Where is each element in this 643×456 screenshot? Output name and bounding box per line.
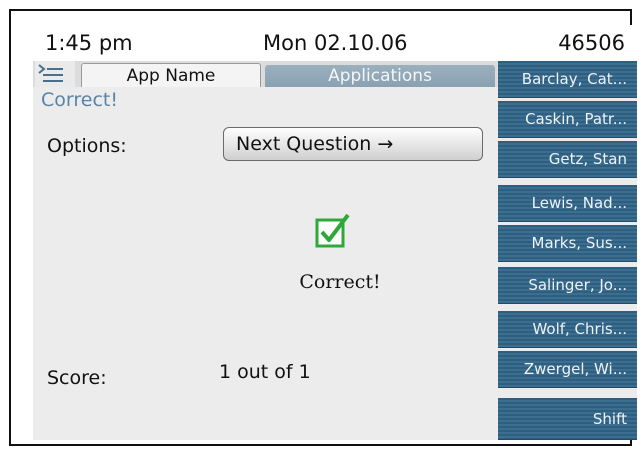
main-content: Correct! Options: Next Question → Correc… [33, 87, 498, 440]
tab-bar: App Name Applications [33, 61, 498, 87]
menu-list-icon[interactable] [35, 61, 75, 87]
status-date: Mon 02.10.06 [263, 31, 408, 55]
phone-frame: 1:45 pm Mon 02.10.06 46506 App Name Appl… [9, 9, 637, 446]
status-time: 1:45 pm [45, 31, 133, 55]
tab-applications[interactable]: Applications [265, 65, 495, 87]
sidebar-item-salinger[interactable]: Salinger, Jo... [498, 267, 637, 304]
status-message: Correct! [41, 89, 118, 111]
result-text: Correct! [299, 271, 381, 293]
sidebar-item-lewis[interactable]: Lewis, Nad... [498, 185, 637, 222]
shift-button[interactable]: Shift [498, 398, 637, 440]
sidebar-item-getz[interactable]: Getz, Stan [498, 141, 637, 178]
status-bar: 1:45 pm Mon 02.10.06 46506 [33, 25, 637, 61]
tab-app-name[interactable]: App Name [81, 63, 261, 87]
options-label: Options: [47, 135, 127, 157]
sidebar-item-caskin[interactable]: Caskin, Patr... [498, 101, 637, 138]
status-extension: 46506 [558, 31, 625, 55]
sidebar-item-barclay[interactable]: Barclay, Cat... [498, 61, 637, 98]
score-label: Score: [47, 367, 107, 389]
checkmark-icon [315, 212, 351, 248]
contact-sidebar: Barclay, Cat... Caskin, Patr... Getz, St… [498, 61, 637, 440]
sidebar-item-wolf[interactable]: Wolf, Chris... [498, 311, 637, 348]
sidebar-item-marks[interactable]: Marks, Sus... [498, 225, 637, 262]
next-question-button[interactable]: Next Question → [223, 127, 483, 161]
sidebar-item-zwergel[interactable]: Zwergel, Wi... [498, 351, 637, 388]
phone-screen: 1:45 pm Mon 02.10.06 46506 App Name Appl… [33, 25, 637, 440]
score-value: 1 out of 1 [219, 361, 311, 383]
